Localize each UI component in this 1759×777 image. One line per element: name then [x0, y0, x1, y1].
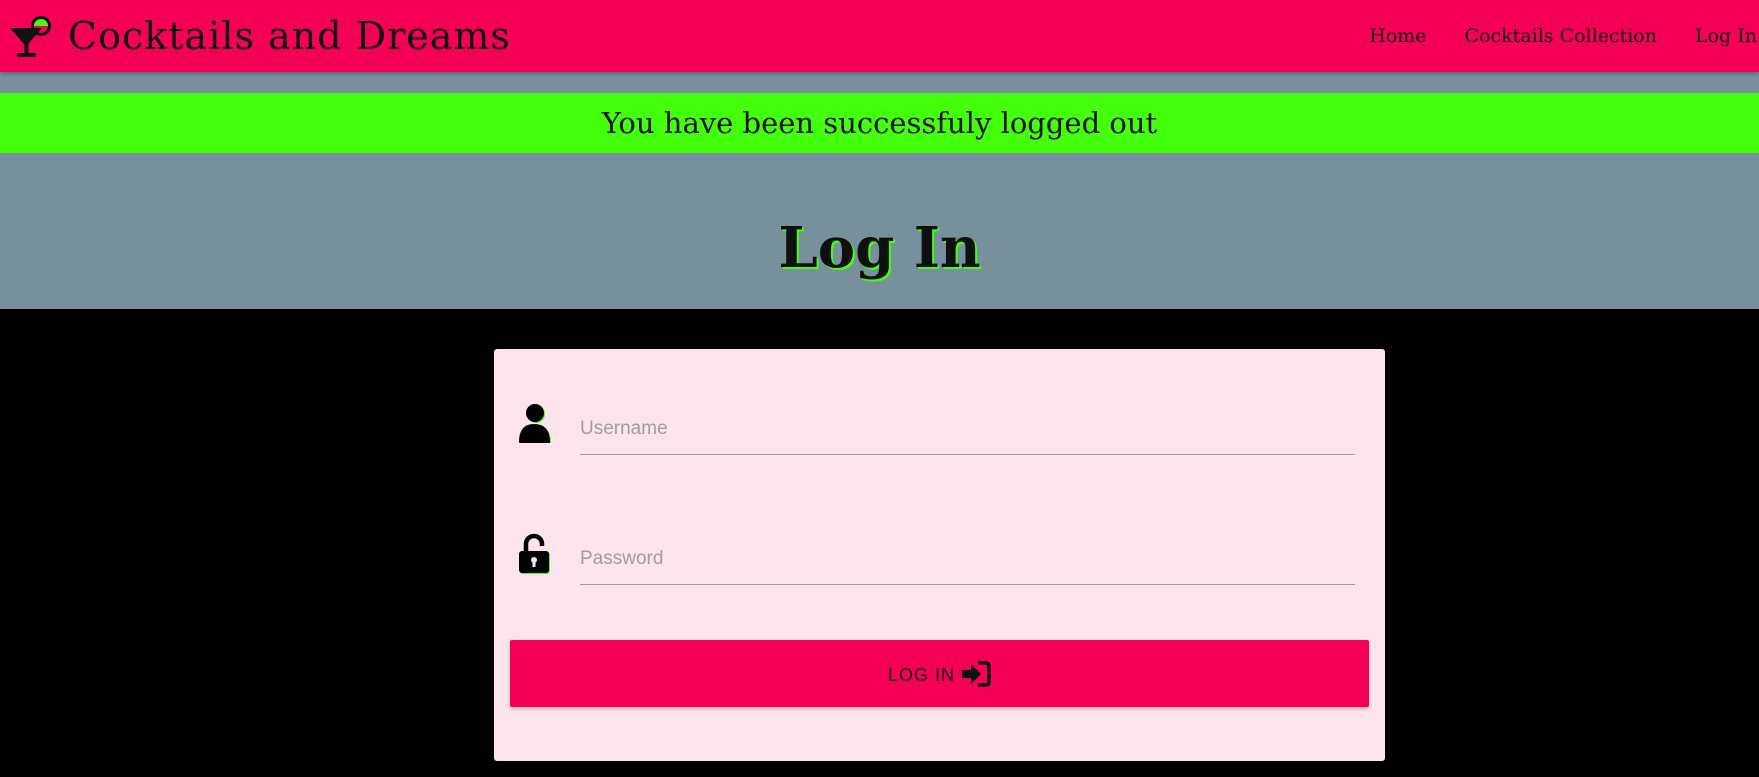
nav-link-cocktails-collection[interactable]: Cocktails Collection: [1465, 25, 1657, 47]
brand-link[interactable]: Cocktails and Dreams: [8, 14, 511, 58]
navbar: Cocktails and Dreams Home Cocktails Coll…: [0, 0, 1759, 72]
log-in-button[interactable]: LOG IN: [510, 640, 1369, 707]
unlock-icon: [519, 533, 550, 574]
brand-title: Cocktails and Dreams: [68, 14, 511, 58]
username-field-group: [510, 403, 1355, 463]
password-field-group: [510, 533, 1355, 593]
user-icon: [519, 404, 551, 443]
login-card: LOG IN: [494, 349, 1385, 761]
password-input[interactable]: [580, 533, 1355, 585]
cocktail-icon: [10, 16, 51, 57]
flash-message-text: You have been successfuly logged out: [601, 106, 1158, 140]
nav-link-log-in[interactable]: Log In: [1695, 25, 1757, 47]
nav-links: Home Cocktails Collection Log In: [1331, 0, 1759, 72]
sign-in-icon: [962, 660, 991, 687]
log-in-button-label: LOG IN: [887, 665, 955, 685]
hero-section: You have been successfuly logged out Log…: [0, 72, 1759, 309]
nav-link-home[interactable]: Home: [1369, 25, 1426, 47]
page-title: Log In: [778, 215, 981, 281]
flash-message-banner: You have been successfuly logged out: [0, 93, 1759, 153]
username-input[interactable]: [580, 403, 1355, 455]
